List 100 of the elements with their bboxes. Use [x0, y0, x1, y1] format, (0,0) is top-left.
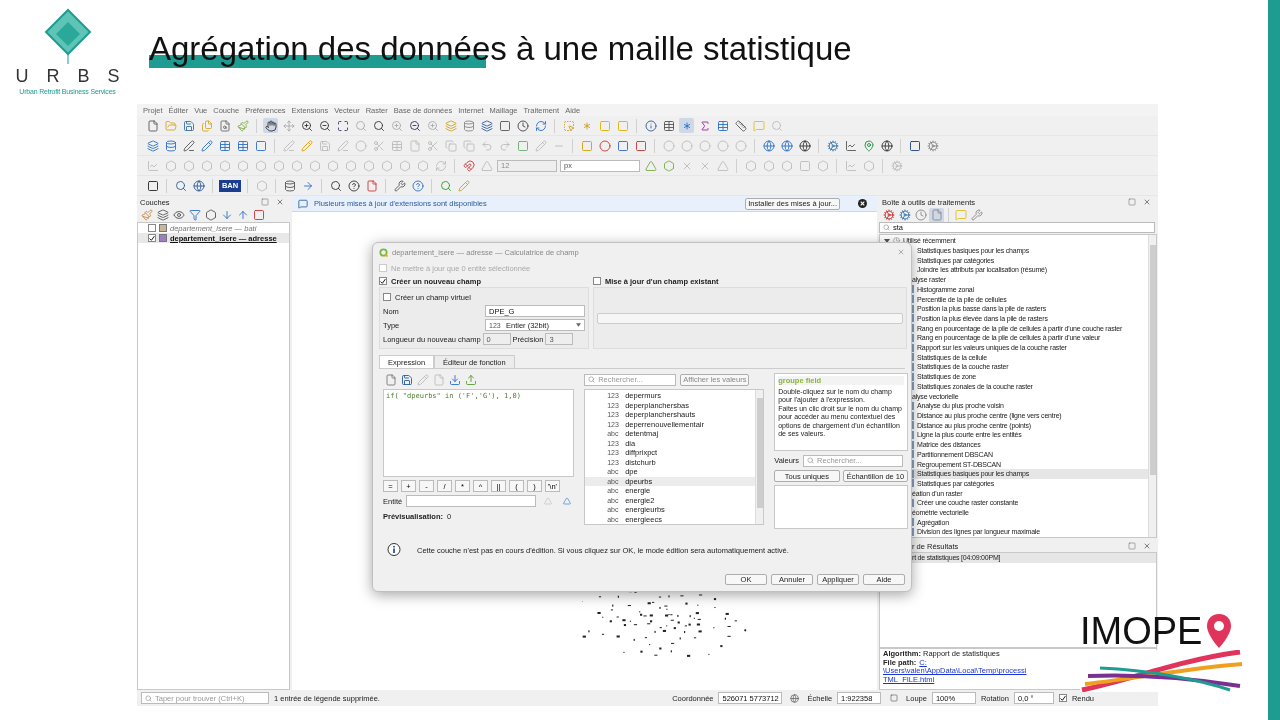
globe-icon[interactable] — [191, 178, 206, 193]
close-icon[interactable] — [858, 199, 867, 208]
folder-icon[interactable] — [163, 118, 178, 133]
search-icon[interactable] — [371, 118, 386, 133]
wrench-icon[interactable] — [969, 207, 984, 223]
circle-icon[interactable] — [679, 138, 694, 153]
search-icon — [807, 457, 815, 464]
help-icon[interactable] — [346, 178, 361, 193]
layer-checkbox[interactable] — [148, 224, 156, 232]
triangle-icon[interactable] — [715, 158, 730, 173]
table-icon[interactable] — [661, 118, 676, 133]
refresh-icon[interactable] — [433, 158, 448, 173]
zoom-out-icon[interactable] — [317, 118, 332, 133]
circle-icon[interactable] — [353, 138, 368, 153]
entity-dropdown[interactable] — [406, 495, 537, 507]
globe-icon[interactable] — [779, 138, 794, 153]
search-icon[interactable] — [328, 178, 343, 193]
select-icon[interactable] — [561, 118, 576, 133]
field-dropdown[interactable] — [597, 312, 903, 324]
search-icon[interactable] — [438, 178, 453, 193]
pencil-icon[interactable] — [533, 138, 548, 153]
caret-icon[interactable] — [884, 237, 890, 244]
search-icon — [588, 376, 596, 383]
circle-icon[interactable] — [661, 138, 676, 153]
save-icon[interactable] — [399, 372, 414, 387]
table-icon[interactable] — [217, 138, 232, 153]
pencil-icon[interactable] — [199, 138, 214, 153]
zoom-out-icon[interactable] — [407, 118, 422, 133]
layer-checkbox[interactable] — [148, 234, 156, 242]
file-icon[interactable] — [145, 118, 160, 133]
line-chart-icon[interactable] — [843, 138, 858, 153]
scrollbar[interactable] — [1148, 235, 1156, 537]
info-icon[interactable] — [643, 118, 658, 133]
triangle-icon[interactable] — [479, 158, 494, 173]
checkbox[interactable] — [379, 277, 387, 285]
refresh-icon[interactable] — [533, 118, 548, 133]
search-icon[interactable] — [173, 178, 188, 193]
file-icon[interactable] — [383, 372, 398, 387]
maximize-icon[interactable] — [335, 118, 350, 133]
gear-icon[interactable] — [881, 207, 896, 223]
download-icon[interactable] — [447, 372, 462, 387]
pencil-icon[interactable] — [456, 178, 471, 193]
checkbox[interactable] — [593, 277, 601, 285]
file-icon[interactable] — [364, 178, 379, 193]
circle-icon[interactable] — [733, 138, 748, 153]
hexagon-icon[interactable] — [661, 158, 676, 173]
database-icon[interactable] — [461, 118, 476, 133]
gear-icon[interactable] — [889, 158, 904, 173]
clock-icon[interactable] — [913, 207, 928, 223]
table-icon[interactable] — [235, 138, 250, 153]
files-icon[interactable] — [199, 118, 214, 133]
ruler-icon[interactable] — [733, 118, 748, 133]
scissors-icon[interactable] — [425, 138, 440, 153]
hand-icon[interactable] — [263, 118, 278, 133]
scrollbar[interactable] — [755, 390, 764, 524]
save-icon[interactable] — [181, 118, 196, 133]
redo-icon[interactable] — [497, 138, 512, 153]
triangle-icon[interactable] — [643, 158, 658, 173]
clock-icon[interactable] — [515, 118, 530, 133]
filter-icon[interactable] — [187, 207, 202, 223]
logo-letter: S — [107, 66, 120, 87]
info-icon — [387, 543, 401, 557]
circle-icon[interactable] — [715, 138, 730, 153]
hexagon-icon[interactable] — [203, 207, 218, 223]
square-icon[interactable] — [497, 118, 512, 133]
pen-icon[interactable] — [181, 138, 196, 153]
undo-icon[interactable] — [479, 138, 494, 153]
gear-icon[interactable] — [825, 138, 840, 153]
layers-icon[interactable] — [145, 138, 160, 153]
checkbox[interactable] — [383, 293, 391, 301]
asterisk-icon[interactable] — [679, 118, 694, 133]
pencil-icon[interactable] — [299, 138, 314, 153]
scissors-icon[interactable] — [371, 138, 386, 153]
database-icon[interactable] — [163, 138, 178, 153]
globe-icon[interactable] — [761, 138, 776, 153]
layers-icon[interactable] — [155, 207, 170, 223]
brush-icon[interactable] — [235, 118, 250, 133]
upload-icon[interactable] — [463, 372, 478, 387]
globe-icon[interactable] — [879, 138, 894, 153]
speech-bubble-icon[interactable] — [953, 207, 968, 223]
file-search-icon[interactable] — [217, 118, 232, 133]
file-icon[interactable] — [407, 138, 422, 153]
layers-icon[interactable] — [479, 118, 494, 133]
circle-icon[interactable] — [697, 138, 712, 153]
values-list[interactable] — [774, 485, 909, 529]
wrench-icon[interactable] — [392, 178, 407, 193]
zoom-in-icon[interactable] — [299, 118, 314, 133]
globe-icon[interactable] — [797, 138, 812, 153]
checkbox[interactable] — [1058, 694, 1067, 702]
square-icon[interactable] — [145, 178, 160, 193]
circle-icon[interactable] — [597, 138, 612, 153]
gear-icon[interactable] — [897, 207, 912, 223]
table-icon[interactable] — [715, 118, 730, 133]
help-icon[interactable] — [410, 178, 425, 193]
file-icon[interactable] — [929, 207, 944, 223]
copy-icon[interactable] — [443, 138, 458, 153]
copy-icon[interactable] — [461, 138, 476, 153]
magnet-icon[interactable] — [461, 158, 476, 173]
database-icon[interactable] — [282, 178, 297, 193]
square-icon[interactable] — [907, 138, 922, 153]
